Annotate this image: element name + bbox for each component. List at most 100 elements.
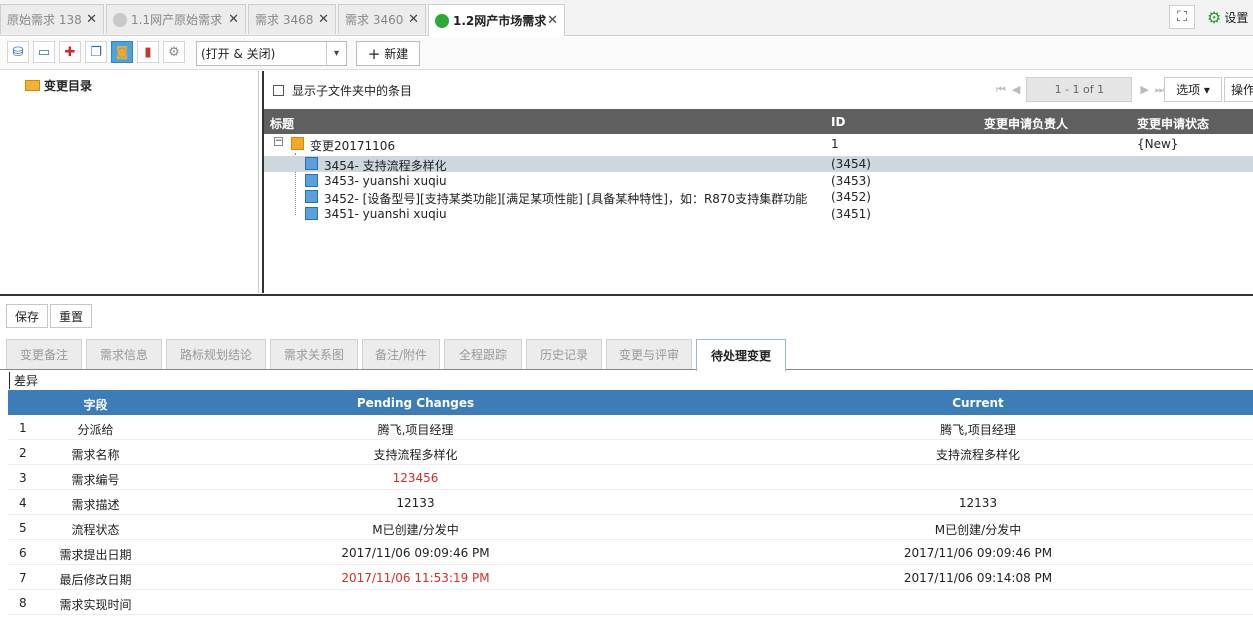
pending-value: 2017/11/06 09:09:46 PM [341,546,490,560]
current-value: M已创建/分发中 [934,523,1022,537]
pending-value: 支持流程多样化 [373,448,458,462]
split-glyph: ✚ [64,44,76,60]
pending-value: 2017/11/06 11:53:19 PM [341,571,490,585]
table-row: 2 需求名称 支持流程多样化 支持流程多样化 [8,440,1253,465]
tab-label: 1.2网产市场需求 [453,14,547,28]
row-id: (3453) [831,174,871,188]
new-button[interactable]: + 新建 [356,41,420,66]
row-number: 6 [19,546,27,560]
close-icon[interactable]: ✕ [228,12,239,27]
tab-pending-changes[interactable]: 待处理变更 [696,339,786,371]
tab-requirement-3460[interactable]: 需求 3460 ✕ [338,4,426,34]
item-list-panel: 显示子文件夹中的条目 ⏮ ◀ 1 - 1 of 1 ▶ ⏭ 选项 ▾ 操作 标题… [262,71,1253,293]
options-button[interactable]: 选项 ▾ [1164,77,1222,102]
close-icon[interactable]: ✕ [408,12,419,27]
diff-table-header: 字段 Pending Changes Current [8,390,1253,415]
field-name: 分派给 [77,423,114,437]
folder-icon [25,80,40,91]
tab-change-notes[interactable]: 变更备注 [6,339,82,369]
tab-relationship-graph[interactable]: 需求关系图 [270,339,358,369]
gear-icon: ⚙ [1207,8,1222,27]
field-name: 最后修改日期 [59,573,132,587]
settings-label: 设置 [1224,11,1249,25]
tab-history[interactable]: 历史记录 [526,339,602,369]
tab-change-review[interactable]: 变更与评审 [606,339,692,369]
pending-value: 腾飞,项目经理 [377,423,454,437]
column-title[interactable]: 标题 [270,115,294,132]
show-subfolder-checkbox[interactable]: 显示子文件夹中的条目 [273,82,412,99]
select-value: (打开 & 关闭) [201,47,276,61]
collapse-icon[interactable]: − [274,137,283,146]
status-filter-select[interactable]: (打开 & 关闭) ▾ [196,41,347,66]
gear-icon[interactable]: ⚙ [163,41,185,63]
requirement-item-icon [305,190,318,203]
column-status[interactable]: 变更申请状态 [1137,115,1209,132]
tree-child-row[interactable]: 3451- yuanshi xuqiu (3451) [264,206,1253,222]
row-number: 3 [19,471,27,485]
row-id: (3452) [831,190,871,204]
settings-button[interactable]: ⚙ 设置 [1207,8,1248,27]
new-label: 新建 [384,47,409,61]
card-glyph: ▭ [37,44,51,60]
panel-splitter[interactable] [0,294,1253,296]
page-info: 1 - 1 of 1 [1026,77,1133,102]
checkbox[interactable] [273,85,284,96]
folder-change-directory[interactable]: 变更目录 [25,77,92,94]
split-icon[interactable]: ✚ [59,41,81,63]
reset-button[interactable]: 重置 [50,304,92,328]
row-number: 8 [19,596,27,610]
save-button[interactable]: 保存 [6,304,48,328]
hierarchy-icon[interactable]: ⛁ [7,41,29,63]
actions-button[interactable]: 操作 [1224,77,1253,102]
card-icon[interactable]: ▭ [33,41,55,63]
column-id[interactable]: ID [831,115,845,129]
tab-requirement-3468[interactable]: 需求 3468 ✕ [248,4,336,34]
tab-notes-attachments[interactable]: 备注/附件 [362,339,440,369]
field-name: 需求提出日期 [59,548,132,562]
tree-parent-row[interactable]: − 变更20171106 1 {New} [264,136,1253,153]
copy-icon[interactable]: ❐ [85,41,107,63]
close-icon[interactable]: ✕ [86,12,97,27]
pager: ⏮ ◀ 1 - 1 of 1 ▶ ⏭ [996,77,1171,102]
tab-net-market-requirement[interactable]: 1.2网产市场需求 ✕ [428,4,565,36]
table-row: 1 分派给 腾飞,项目经理 腾飞,项目经理 [8,415,1253,440]
fullscreen-button[interactable]: ⛶ [1169,5,1195,29]
chevron-down-icon[interactable]: ▾ [326,42,346,65]
next-page-icon[interactable]: ▶ [1140,83,1148,96]
table-row: 5 流程状态 M已创建/分发中 M已创建/分发中 [8,515,1253,540]
header-field: 字段 [83,398,108,412]
tree-child-row[interactable]: 3453- yuanshi xuqiu (3453) [264,173,1253,189]
table-row: 6 需求提出日期 2017/11/06 09:09:46 PM 2017/11/06 … [8,540,1253,565]
tab-roadmap-conclusion[interactable]: 路标规划结论 [166,339,266,369]
tab-label: 需求 3460 [345,13,404,27]
header-current: Current [952,396,1004,410]
current-value: 12133 [958,496,998,510]
first-page-icon[interactable]: ⏮ [996,83,1006,97]
current-value: 2017/11/06 09:14:08 PM [903,571,1053,585]
field-name: 需求描述 [71,498,120,512]
close-icon[interactable]: ✕ [318,12,329,27]
column-owner[interactable]: 变更申请负责人 [984,115,1068,132]
row-title: 变更20171106 [310,139,396,153]
change-icon[interactable]: ◙ [111,41,133,63]
row-title: 3451- yuanshi xuqiu [324,207,447,221]
chart-glyph: ▮ [144,44,152,60]
chart-icon[interactable]: ▮ [137,41,159,63]
tree-child-row[interactable]: 3452- [设备型号][支持某类功能][满足某项性能] [具备某种特性]，如：… [264,189,1253,206]
close-icon[interactable]: ✕ [547,13,558,28]
table-row: 7 最后修改日期 2017/11/06 11:53:19 PM 2017/11/06 … [8,565,1253,590]
tab-net-raw-requirement[interactable]: 1.1网产原始需求 ✕ [106,4,246,34]
tab-full-tracking[interactable]: 全程跟踪 [444,339,522,369]
tab-raw-requirement-138[interactable]: 原始需求 138 ✕ [0,4,104,34]
requirement-item-icon [305,157,318,170]
change-glyph: ◙ [115,44,129,60]
requirement-item-icon [305,174,318,187]
grey-circle-icon [113,12,127,27]
tab-requirement-info[interactable]: 需求信息 [86,339,162,369]
prev-page-icon[interactable]: ◀ [1012,83,1020,96]
row-number: 2 [19,446,27,460]
gear-glyph: ⚙ [168,44,180,60]
field-name: 需求编号 [71,473,120,487]
tree-child-row[interactable]: 3454- 支持流程多样化 (3454) [264,156,1253,173]
current-value: 2017/11/06 09:09:46 PM [903,546,1053,560]
